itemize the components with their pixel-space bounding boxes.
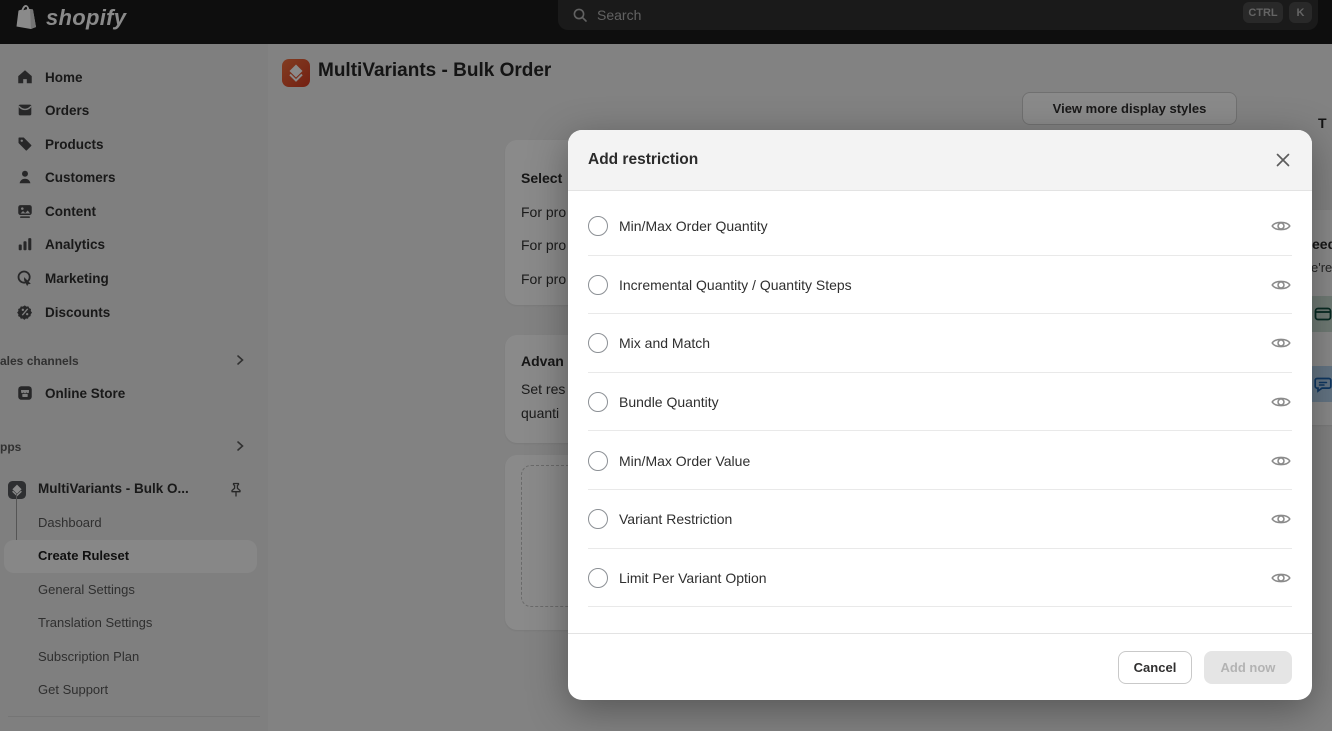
add-now-button[interactable]: Add now bbox=[1204, 650, 1292, 684]
preview-eye-icon[interactable] bbox=[1270, 450, 1292, 472]
restriction-options-list: Min/Max Order Quantity Incremental Quant… bbox=[568, 191, 1312, 607]
modal-header: Add restriction bbox=[568, 130, 1312, 191]
option-row-variant-restriction[interactable]: Variant Restriction bbox=[568, 490, 1312, 549]
option-row-min-max-order-quantity[interactable]: Min/Max Order Quantity bbox=[568, 197, 1312, 256]
radio-button[interactable] bbox=[588, 216, 608, 237]
preview-eye-icon[interactable] bbox=[1270, 215, 1292, 237]
option-row-incremental-quantity[interactable]: Incremental Quantity / Quantity Steps bbox=[568, 256, 1312, 315]
preview-eye-icon[interactable] bbox=[1270, 391, 1292, 413]
modal-footer: Cancel Add now bbox=[568, 633, 1312, 700]
radio-button[interactable] bbox=[588, 274, 608, 295]
add-restriction-modal: Add restriction Min/Max Order Quantity I… bbox=[568, 130, 1312, 700]
radio-button[interactable] bbox=[588, 509, 608, 530]
radio-button[interactable] bbox=[588, 333, 608, 354]
modal-title: Add restriction bbox=[588, 151, 699, 168]
option-row-mix-and-match[interactable]: Mix and Match bbox=[568, 314, 1312, 373]
option-row-limit-per-variant-option[interactable]: Limit Per Variant Option bbox=[568, 549, 1312, 608]
preview-eye-icon[interactable] bbox=[1270, 567, 1292, 589]
preview-eye-icon[interactable] bbox=[1270, 274, 1292, 296]
option-row-min-max-order-value[interactable]: Min/Max Order Value bbox=[568, 431, 1312, 490]
preview-eye-icon[interactable] bbox=[1270, 508, 1292, 530]
radio-button[interactable] bbox=[588, 392, 608, 413]
shopify-admin-screen: shopify Search CTRL K Home Orders Produc… bbox=[0, 0, 1332, 731]
preview-eye-icon[interactable] bbox=[1270, 332, 1292, 354]
cancel-button[interactable]: Cancel bbox=[1118, 650, 1192, 684]
radio-button[interactable] bbox=[588, 450, 608, 471]
close-icon[interactable] bbox=[1274, 151, 1292, 169]
option-row-bundle-quantity[interactable]: Bundle Quantity bbox=[568, 373, 1312, 432]
radio-button[interactable] bbox=[588, 567, 608, 588]
